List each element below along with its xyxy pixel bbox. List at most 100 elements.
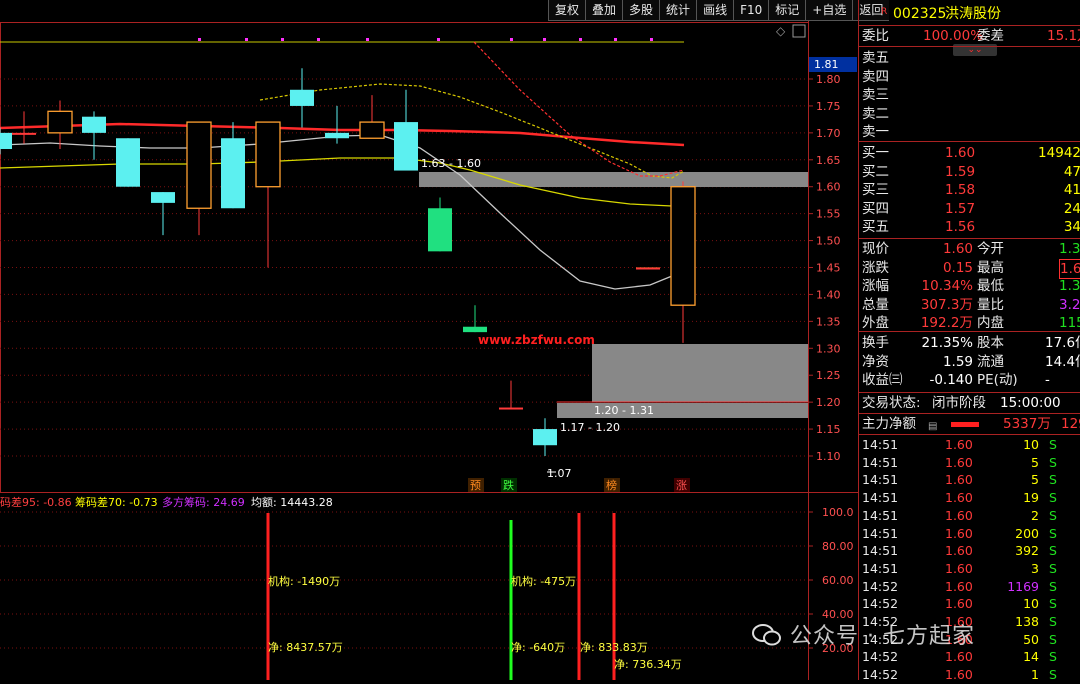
- tick-time: 14:51: [862, 472, 899, 488]
- stock-name[interactable]: 洪涛股份: [945, 5, 1001, 23]
- tick-time: 14:51: [862, 543, 899, 559]
- order-diff-value: 15.1万: [1047, 28, 1080, 44]
- tick-time: 14:51: [862, 525, 899, 541]
- tb-multi-stock[interactable]: 多股: [622, 0, 660, 21]
- ind-note-net-2: 净: -640万: [511, 641, 566, 654]
- tb-add-watchlist[interactable]: +自选: [805, 0, 853, 21]
- tick-price: 1.60: [945, 667, 973, 683]
- price-axis-label: 1.50: [816, 235, 841, 248]
- bid-label: 买三: [862, 182, 889, 198]
- order-ratio-label: 委比: [862, 28, 889, 44]
- ind-axis-label: 60.00: [822, 574, 854, 587]
- tick-side: S: [1049, 472, 1057, 488]
- candles-group: [0, 68, 696, 456]
- kline-chart[interactable]: 1.63 - 1.60 1.20 - 1.31 1.17 - 1.20 1.07…: [0, 0, 858, 680]
- price-axis-label: 1.30: [816, 342, 841, 355]
- candle-body: [533, 429, 557, 446]
- tick-price: 1.60: [945, 454, 973, 470]
- bid-row[interactable]: 买五 1.56 34: [859, 218, 1080, 236]
- tick-volume: 5: [1031, 472, 1039, 488]
- ind-chip-diff95: 码差95: -0.86: [0, 496, 72, 509]
- tb-overlay[interactable]: 叠加: [585, 0, 623, 21]
- bid-label: 买二: [862, 163, 889, 180]
- top-marker-dot: [317, 38, 320, 41]
- tb-f10[interactable]: F10: [733, 0, 769, 21]
- stock-code[interactable]: 002325: [893, 5, 946, 23]
- tb-statistics[interactable]: 统计: [659, 0, 697, 21]
- bid-label: 买四: [862, 200, 889, 217]
- price-axis: 1.80 1.75 1.70 1.65 1.60 1.55 1.50 1.45 1.40 1.35…: [808, 73, 841, 463]
- top-marker-dot: [650, 38, 653, 41]
- bid-volume: 24: [1063, 200, 1080, 217]
- resistance-zone: [419, 172, 808, 187]
- quote-value-2: 115.1万: [1059, 315, 1080, 331]
- bid-row[interactable]: 买一 1.60 14942: [859, 144, 1080, 162]
- tick-volume: 19: [1023, 490, 1039, 506]
- tick-time: 14:52: [862, 596, 899, 612]
- tick-row: 14:51 1.60 10 S: [859, 436, 1080, 454]
- low-marker-label: 1.07: [547, 467, 572, 480]
- tick-price: 1.60: [945, 525, 973, 541]
- quote-value: 1.60: [942, 241, 973, 257]
- order-diff-label: 委差: [977, 28, 1004, 44]
- quote-row: 涨跌 0.15 最高 1.6: [859, 258, 1080, 279]
- flag-zhang-label: 涨: [676, 479, 687, 492]
- price-axis-label: 1.65: [816, 154, 841, 167]
- fund-label-2: PE(动): [977, 372, 1018, 388]
- stock-header: R 002325 洪涛股份: [859, 3, 1080, 25]
- tick-volume: 1169: [1007, 578, 1039, 594]
- candle-body: [499, 407, 523, 410]
- wechat-icon: [752, 624, 782, 646]
- bid-row[interactable]: 买二 1.59 47: [859, 163, 1080, 181]
- tick-row: 14:51 1.60 200 S: [859, 525, 1080, 543]
- quote-row: 外盘 192.2万 内盘 115.1万: [859, 314, 1080, 332]
- tick-time: 14:51: [862, 454, 899, 470]
- ask-label: 卖二: [862, 105, 889, 122]
- tick-side: S: [1049, 437, 1057, 452]
- tick-side: S: [1049, 649, 1057, 665]
- ask-row[interactable]: 卖四: [859, 68, 1080, 86]
- price-axis-label: 1.70: [816, 127, 841, 140]
- top-marker-dot: [198, 38, 201, 41]
- tb-draw-line[interactable]: 画线: [696, 0, 734, 21]
- fund-row: 收益㈢ -0.140 PE(动) -: [859, 371, 1080, 389]
- tick-volume: 5: [1031, 454, 1039, 470]
- tick-volume: 1: [1031, 667, 1039, 683]
- tick-price: 1.60: [945, 578, 973, 594]
- tick-time: 14:51: [862, 560, 899, 576]
- ask-row[interactable]: 卖五: [859, 49, 1080, 67]
- fund-value: 21.35%: [921, 335, 973, 351]
- tb-mark[interactable]: 标记: [768, 0, 806, 21]
- trade-status-label: 交易状态:: [862, 395, 921, 411]
- ask-row[interactable]: 卖一: [859, 123, 1080, 141]
- ind-chip-diff70: 筹码差70: -0.73: [75, 496, 158, 509]
- tick-price: 1.60: [945, 507, 973, 523]
- tick-time: 14:51: [862, 507, 899, 523]
- flag-bang-label: 榜: [606, 478, 617, 492]
- fund-label: 收益㈢: [862, 372, 903, 388]
- tick-row: 14:51 1.60 3 S: [859, 560, 1080, 578]
- tick-row: 14:52 1.60 1 S: [859, 666, 1080, 684]
- tick-time: 14:52: [862, 667, 899, 683]
- quote-label: 涨跌: [862, 259, 889, 276]
- fund-value-2: 14.4亿: [1045, 353, 1080, 370]
- ask-row[interactable]: 卖二: [859, 105, 1080, 123]
- trend-dashed-line: [473, 41, 685, 177]
- ask-label: 卖三: [862, 87, 889, 103]
- tb-restore-rights[interactable]: 复权: [548, 0, 586, 21]
- tick-volume: 138: [1015, 614, 1039, 629]
- ask-row[interactable]: 卖三: [859, 86, 1080, 104]
- bid-label: 买一: [862, 145, 889, 161]
- price-axis-label: 1.20: [816, 396, 841, 409]
- tick-volume: 392: [1015, 543, 1039, 559]
- candle-body: [186, 121, 212, 209]
- fund-label: 净资: [862, 353, 889, 370]
- bid-row[interactable]: 买四 1.57 24: [859, 200, 1080, 218]
- tick-row: 14:51 1.60 5 S: [859, 471, 1080, 489]
- bid-row[interactable]: 买三 1.58 41: [859, 181, 1080, 199]
- bid-volume: 34: [1063, 219, 1080, 235]
- fund-row: 换手 21.35% 股本 17.6亿: [859, 334, 1080, 352]
- top-marker-dot: [510, 38, 513, 41]
- tick-price: 1.60: [945, 437, 973, 452]
- candle-body: [290, 89, 314, 106]
